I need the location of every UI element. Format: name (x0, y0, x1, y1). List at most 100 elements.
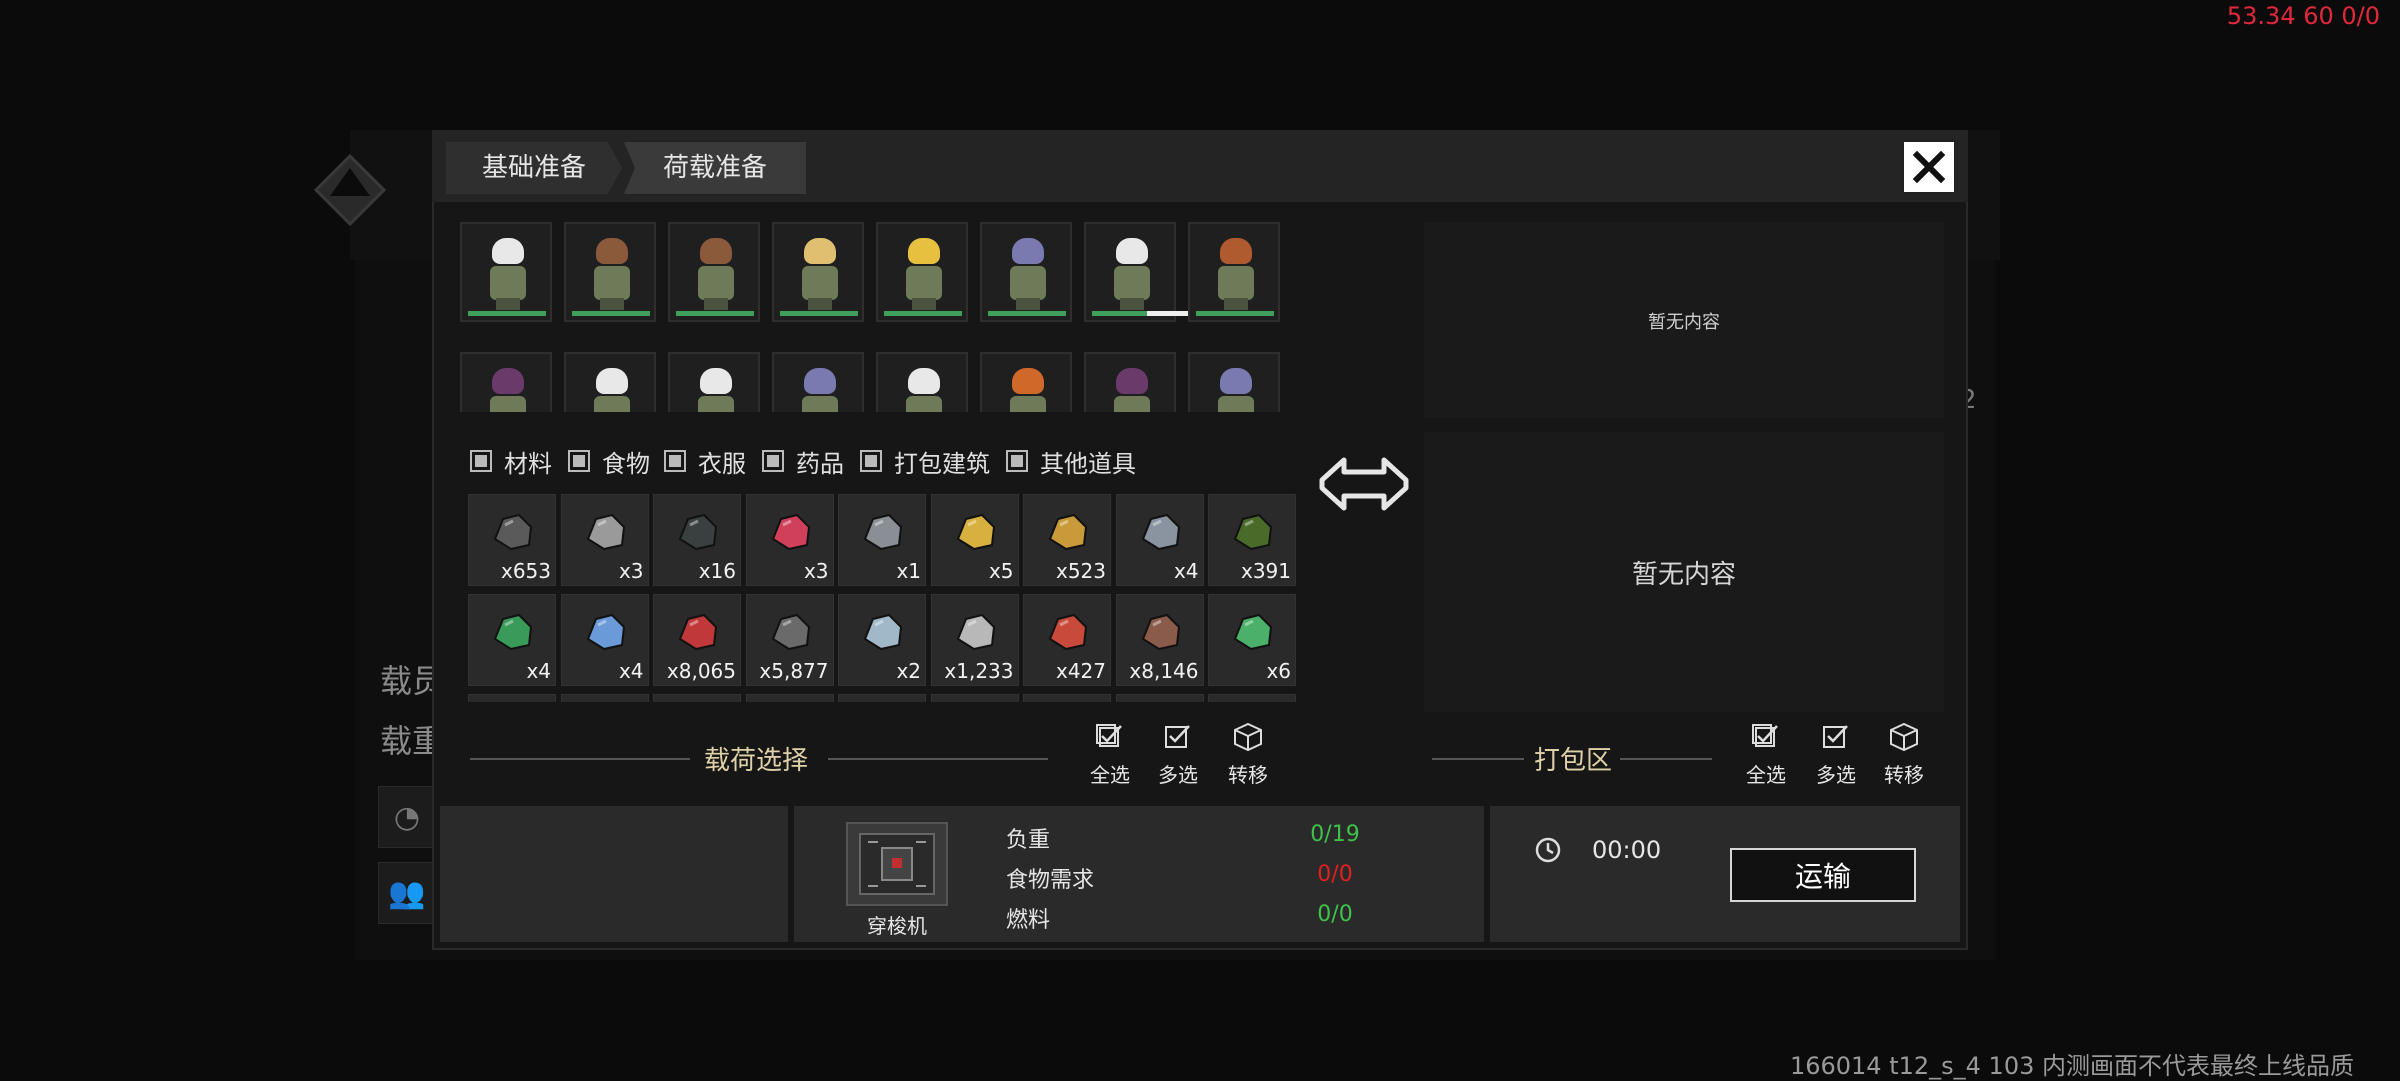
cargo-item[interactable]: x3 (560, 494, 649, 586)
transfer-label: 转移 (1228, 763, 1268, 787)
cargo-item[interactable]: x4 (1115, 494, 1204, 586)
cargo-item[interactable]: x427 (1023, 594, 1111, 686)
crew-member-slot[interactable] (668, 352, 760, 412)
multi-select-label: 多选 (1816, 763, 1856, 787)
crew-health-bar (676, 311, 754, 316)
cargo-item[interactable]: x1 (838, 494, 926, 586)
item-count: x4 (618, 659, 644, 683)
cargo-item[interactable]: x5 (930, 494, 1019, 586)
crew-member-slot[interactable] (460, 222, 552, 322)
cargo-item-partial[interactable] (653, 694, 741, 702)
divider (1432, 758, 1524, 760)
pack-multi-select-button[interactable]: 多选 (1810, 722, 1862, 788)
crew-member-slot[interactable] (876, 222, 968, 322)
footer-empty-panel (440, 806, 788, 942)
gold-crystal-icon (956, 513, 995, 551)
crew-member-slot[interactable] (876, 352, 968, 412)
checkbox-icon[interactable] (1006, 450, 1028, 472)
checkbox-icon[interactable] (470, 450, 492, 472)
transport-button[interactable]: 运输 (1730, 848, 1916, 902)
crew-body (594, 396, 630, 412)
crew-member-slot[interactable] (564, 222, 656, 322)
cargo-item-partial[interactable] (930, 694, 1019, 702)
cargo-item-partial[interactable] (1115, 694, 1204, 702)
cargo-item[interactable]: x6 (1208, 594, 1296, 686)
crew-member-slot[interactable] (772, 222, 864, 322)
cargo-item[interactable]: x16 (653, 494, 741, 586)
crew-grid (460, 222, 1300, 412)
crew-member-slot[interactable] (668, 222, 760, 322)
filter-packed-buildings[interactable]: 打包建筑 (860, 444, 990, 478)
cargo-item[interactable]: x8,146 (1115, 594, 1204, 686)
load-section-title: 载荷选择 (704, 746, 809, 776)
cargo-item[interactable]: x4 (468, 594, 556, 686)
crew-member-slot[interactable] (1084, 222, 1176, 322)
filter-label: 打包建筑 (894, 449, 990, 478)
item-count: x391 (1240, 559, 1291, 583)
grey-ore-icon (771, 613, 810, 651)
cargo-item[interactable]: x2 (838, 594, 926, 686)
multi-select-icon (1823, 725, 1848, 748)
tab-cargo-prep[interactable]: 荷载准备 (624, 142, 806, 194)
cargo-item-partial[interactable] (1208, 694, 1296, 702)
filter-clothes[interactable]: 衣服 (664, 444, 746, 478)
crew-member-slot[interactable] (564, 352, 656, 412)
cargo-item[interactable]: x5,877 (745, 594, 834, 686)
filter-food[interactable]: 食物 (568, 444, 650, 478)
cargo-item-partial[interactable] (468, 694, 556, 702)
load-multi-select-button[interactable]: 多选 (1152, 722, 1204, 788)
cargo-item[interactable]: x1,233 (930, 594, 1019, 686)
cargo-item[interactable]: x3 (745, 494, 834, 586)
filter-label: 材料 (504, 449, 552, 478)
crew-legs (600, 298, 624, 310)
metal-barrel-icon (1141, 513, 1180, 551)
cargo-item-partial[interactable] (838, 694, 926, 702)
background-people-button[interactable]: 👥 (378, 862, 436, 924)
checkbox-icon[interactable] (664, 450, 686, 472)
close-button[interactable] (1902, 140, 1956, 194)
crew-portrait-icon (804, 368, 836, 394)
crew-portrait-icon (492, 368, 524, 394)
crew-health-bar (1092, 311, 1147, 316)
cargo-item[interactable]: x523 (1023, 494, 1111, 586)
empty-top-text: 暂无内容 (1648, 312, 1720, 333)
cargo-item-partial[interactable] (560, 694, 649, 702)
blue-crystal-icon (586, 613, 625, 651)
crew-health-bar (884, 311, 962, 316)
item-count: x2 (896, 659, 921, 683)
crew-legs (1016, 298, 1040, 310)
cargo-item-partial[interactable] (745, 694, 834, 702)
pack-select-all-button[interactable]: 全选 (1740, 722, 1792, 788)
crew-member-slot[interactable] (1188, 352, 1280, 412)
cargo-item[interactable]: x4 (560, 594, 649, 686)
crew-body (1218, 266, 1254, 300)
green-herb-icon (1233, 613, 1273, 651)
filter-medicine[interactable]: 药品 (762, 444, 844, 478)
crew-portrait-icon (492, 238, 524, 264)
stat-value-weight: 0/19 (1310, 822, 1360, 847)
checkbox-icon[interactable] (568, 450, 590, 472)
crew-health-bar (572, 311, 650, 316)
crew-member-slot[interactable] (980, 352, 1072, 412)
crew-member-slot[interactable] (772, 352, 864, 412)
crew-member-slot[interactable] (1084, 352, 1176, 412)
load-select-all-button[interactable]: 全选 (1084, 722, 1136, 788)
checkbox-icon[interactable] (860, 450, 882, 472)
checkbox-icon[interactable] (762, 450, 784, 472)
cargo-item[interactable]: x391 (1208, 494, 1296, 586)
shuttle-icon[interactable] (846, 822, 948, 906)
cargo-item-partial[interactable] (1023, 694, 1111, 702)
filter-other-items[interactable]: 其他道具 (1006, 444, 1136, 478)
filter-materials[interactable]: 材料 (470, 444, 552, 478)
background-globe-button[interactable]: ◔ (378, 786, 436, 848)
load-transfer-button[interactable]: 转移 (1222, 722, 1274, 788)
tab-basic-prep[interactable]: 基础准备 (446, 142, 622, 194)
crew-member-slot[interactable] (1188, 222, 1280, 322)
red-meat-icon (771, 513, 810, 551)
cargo-item[interactable]: x8,065 (653, 594, 741, 686)
shuttle-label: 穿梭机 (867, 914, 927, 938)
cargo-item[interactable]: x653 (468, 494, 556, 586)
pack-transfer-button[interactable]: 转移 (1878, 722, 1930, 788)
crew-member-slot[interactable] (460, 352, 552, 412)
crew-member-slot[interactable] (980, 222, 1072, 322)
